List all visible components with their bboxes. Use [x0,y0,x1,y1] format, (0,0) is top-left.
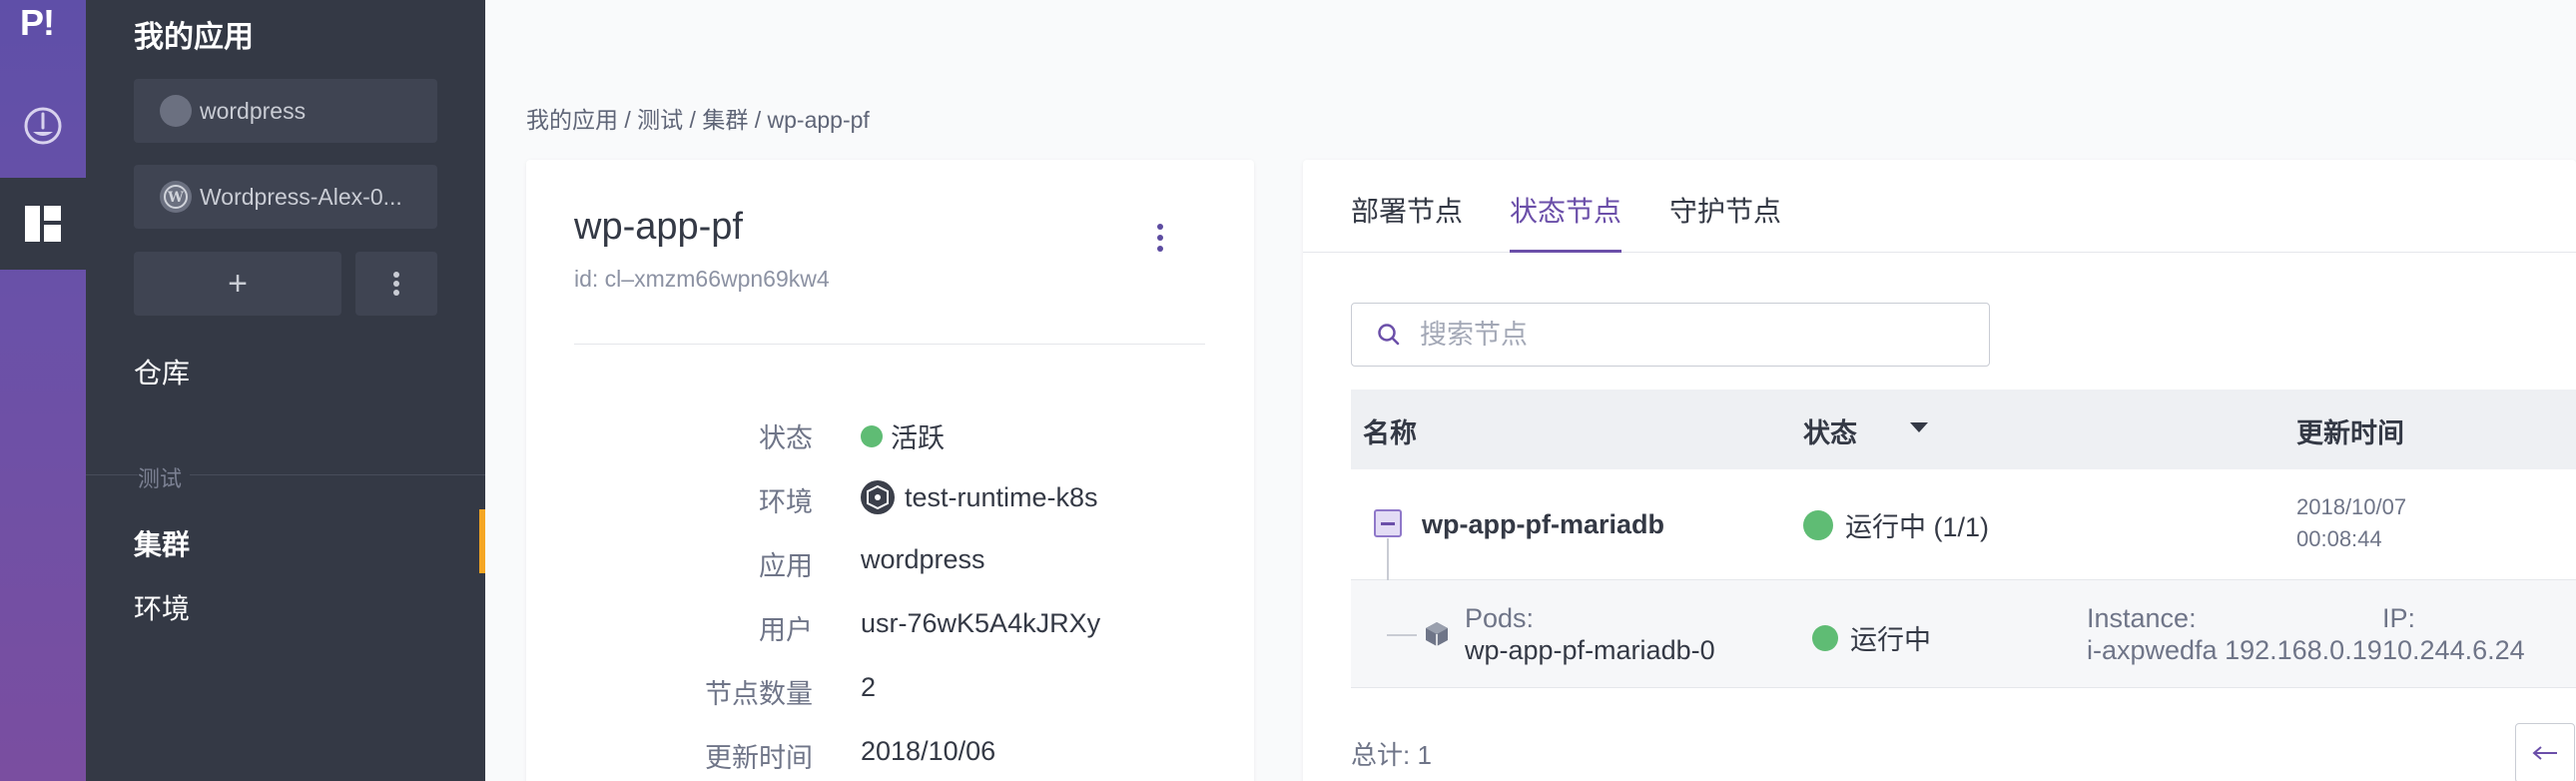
updated-time: 00:08:44 [2296,526,2382,551]
tab-daemon-nodes[interactable]: 守护节点 [1669,190,1781,230]
tab-deployment-nodes[interactable]: 部署节点 [1351,190,1463,230]
section-label: 测试 [138,461,191,493]
field-label: 环境 [759,487,813,517]
field-updated: 更新时间 2018/10/06 [526,736,1254,776]
field-value: 活跃 [891,423,945,453]
total-count: 总计: 1 [1351,740,1432,770]
field-node-count: 节点数量 2 [526,672,1254,712]
add-app-button[interactable]: + [134,252,341,316]
caret-down-icon[interactable] [1910,422,1928,434]
field-label: 用户 [759,615,813,645]
active-indicator [479,509,485,573]
app-icon [160,95,192,127]
field-value: usr-76wK5A4kJRXy [861,608,1101,638]
divider [574,344,1205,345]
collapse-toggle[interactable] [1374,509,1402,537]
ip-label: IP: [2382,603,2416,633]
sidebar-title: 我的应用 [134,21,254,54]
search-icon [1378,324,1400,346]
kebab-icon [1157,224,1163,230]
sidebar-item-environment[interactable]: 环境 [134,587,190,627]
field-label: 应用 [759,551,813,581]
brand-logo[interactable]: P! [20,2,55,44]
field-user: 用户 usr-76wK5A4kJRXy [526,608,1254,648]
updated-date: 2018/10/07 [2296,494,2407,519]
field-value[interactable]: wordpress [861,544,985,575]
wordpress-icon: W [160,181,192,213]
svg-text:W: W [167,190,184,206]
node-status: 运行中 (1/1) [1845,512,1990,542]
field-runtime: 环境 test-runtime-k8s [526,480,1254,520]
node-tabs: 部署节点 状态节点 守护节点 [1303,160,2576,253]
status-dot-icon [1812,624,1838,651]
field-value: 2018/10/06 [861,736,996,766]
tab-stateful-nodes[interactable]: 状态节点 [1510,190,1621,230]
app-item-wordpress-alex[interactable]: W Wordpress-Alex-0... [134,165,437,229]
instance-value: i-axpwedfa 192.168.0.19 [2087,635,2382,665]
search-input[interactable] [1420,319,1919,351]
pod-cube-icon [1426,622,1448,646]
cluster-name: wp-app-pf [574,206,743,248]
field-status: 状态 活跃 [526,416,1254,456]
pod-row: Pods: wp-app-pf-mariadb-0 运行中 Instance: … [1351,580,2576,688]
arrow-left-icon [2532,746,2557,760]
prev-page-button[interactable] [2515,723,2575,781]
field-label: 更新时间 [705,743,813,773]
ip-value: 10.244.6.24 [2382,635,2525,665]
kubernetes-icon [861,480,895,514]
status-dot-icon [1803,509,1833,540]
node-name: wp-app-pf-mariadb [1422,509,1664,539]
pod-status: 运行中 [1850,625,1931,655]
minus-icon [1381,521,1395,525]
field-label: 节点数量 [705,679,813,709]
gauge-icon [24,107,62,145]
field-label: 状态 [759,423,813,453]
sidebar: 我的应用 wordpress W Wordpress-Alex-0... + 仓… [86,0,485,781]
column-header-status[interactable]: 状态 [1803,411,1857,450]
left-rail: P! [0,0,86,781]
table-header: 名称 状态 更新时间 [1351,390,2576,469]
field-value: 2 [861,672,877,702]
pods-label: Pods: [1465,603,1535,633]
column-header-name: 名称 [1363,418,1417,448]
sidebar-item-store[interactable]: 仓库 [134,352,190,391]
layout-icon [25,206,61,242]
pod-name: wp-app-pf-mariadb-0 [1465,635,1715,665]
cluster-info-card: wp-app-pf id: cl–xmzm66wpn69kw4 状态 活跃 环境… [526,160,1254,781]
cluster-menu-button[interactable] [1145,220,1175,256]
instance-label: Instance: [2087,603,2197,633]
field-app: 应用 wordpress [526,544,1254,584]
nodes-panel: 部署节点 状态节点 守护节点 名称 状态 更新时间 wp-app-pf-mari… [1303,160,2576,781]
dashboard-nav-button[interactable] [0,80,86,172]
active-tab-underline [1510,250,1621,253]
sidebar-item-cluster[interactable]: 集群 [134,523,190,563]
search-box[interactable] [1351,303,1990,367]
apps-nav-button[interactable] [0,178,86,270]
app-item-label: Wordpress-Alex-0... [200,183,402,210]
table-row: wp-app-pf-mariadb 运行中 (1/1) 2018/10/07 0… [1351,469,2576,634]
app-item-wordpress[interactable]: wordpress [134,79,437,143]
kebab-icon [393,272,399,296]
more-options-button[interactable] [355,252,437,316]
cluster-id: id: cl–xmzm66wpn69kw4 [574,266,830,292]
field-value[interactable]: test-runtime-k8s [905,482,1098,513]
breadcrumb[interactable]: 我的应用 / 测试 / 集群 / wp-app-pf [526,101,870,135]
tree-line [1387,634,1417,636]
status-dot-icon [861,424,883,447]
app-item-label: wordpress [200,97,307,124]
column-header-updated: 更新时间 [2296,418,2404,448]
